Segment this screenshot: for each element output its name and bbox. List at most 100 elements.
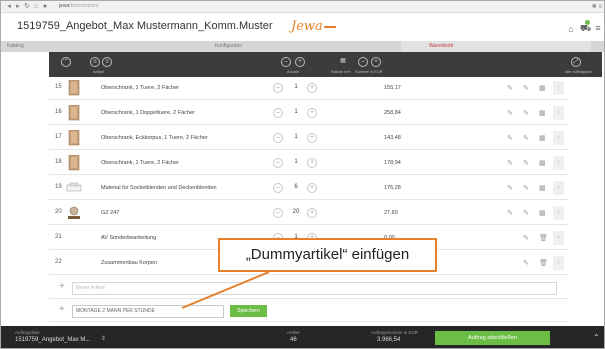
row-expand-chevron-icon[interactable]: › xyxy=(553,181,564,195)
qty-minus-button[interactable]: – xyxy=(273,158,283,168)
back-icon[interactable]: ◂ xyxy=(5,3,13,11)
article-thumbnail xyxy=(65,255,83,271)
article-price: 178,94 xyxy=(384,160,401,166)
footer-project[interactable]: 1519759_Angebot_Max M... xyxy=(15,337,90,343)
collapse-icon[interactable]: ⌃ xyxy=(61,57,71,67)
qty-minus-button[interactable]: – xyxy=(273,108,283,118)
row-expand-chevron-icon[interactable]: › xyxy=(553,81,564,95)
footer-articles-label: Artikel xyxy=(287,330,300,335)
table-row[interactable]: 20 GZ 247–20 +27,60 ✎ ✎ ▦ › xyxy=(49,202,568,225)
new-article-input[interactable]: Neuer Artikel xyxy=(72,282,557,295)
article-quantity[interactable]: 6 xyxy=(289,184,303,190)
delete-icon[interactable]: ▦ xyxy=(539,109,546,117)
tools-icon[interactable]: ✎ xyxy=(507,209,513,217)
step-katalog[interactable]: Katalog xyxy=(7,41,24,52)
article-description[interactable]: Oberschrank, 1 Tuere, 2 Fächer xyxy=(101,160,179,166)
add-dummy-plus-icon[interactable]: + xyxy=(59,304,65,315)
home-browser-icon[interactable]: ⌂ xyxy=(32,3,40,11)
row-expand-chevron-icon[interactable]: › xyxy=(553,156,564,170)
article-description[interactable]: Zusammenbau Korpen xyxy=(101,260,157,266)
save-button[interactable]: Speichern xyxy=(230,305,267,317)
dummy-article-input[interactable]: MONTAGE 2 MANN PER STUNDE xyxy=(72,305,224,318)
sum-minus-icon[interactable]: – xyxy=(358,57,368,67)
edit-icon[interactable]: ✎ xyxy=(523,234,529,242)
step-warenkorb-label: Warenkorb xyxy=(429,43,454,49)
qty-plus-button[interactable]: + xyxy=(307,208,317,218)
delete-icon[interactable]: ▦ xyxy=(539,184,546,192)
article-quantity[interactable]: 1 xyxy=(289,84,303,90)
table-row[interactable]: 17 Oberschrank, Eckkorpus, 1 Tuere, 2 Fäc… xyxy=(49,127,568,150)
delete-icon[interactable]: 🗑 xyxy=(539,259,548,267)
hamburger-menu-icon[interactable]: ≡ xyxy=(594,23,602,33)
qty-minus-button[interactable]: – xyxy=(273,133,283,143)
edit-icon[interactable]: ✎ xyxy=(523,209,529,217)
qty-plus-button[interactable]: + xyxy=(307,108,317,118)
tools-icon[interactable]: ✎ xyxy=(507,134,513,142)
project-switch-icon[interactable]: ⇕ xyxy=(101,335,106,342)
jewa-logo[interactable]: Jewa xyxy=(291,19,336,34)
add-row-plus-icon[interactable]: + xyxy=(59,281,65,292)
delete-icon[interactable]: ▦ xyxy=(539,159,546,167)
article-description[interactable]: Oberschrank, 1 Tuere, 2 Fächer xyxy=(101,85,179,91)
article-quantity[interactable]: 1 xyxy=(289,134,303,140)
logo-text: Jewa xyxy=(291,19,323,34)
row-expand-chevron-icon[interactable]: › xyxy=(553,206,564,220)
qty-minus-button[interactable]: – xyxy=(273,83,283,93)
edit-icon[interactable]: ✎ xyxy=(523,184,529,192)
delete-icon[interactable]: ▦ xyxy=(539,209,546,217)
step-warenkorb[interactable]: Warenkorb xyxy=(401,41,591,52)
tools-icon[interactable]: ✎ xyxy=(507,84,513,92)
delete-icon[interactable]: ▦ xyxy=(539,84,546,92)
tools-icon[interactable]: ✎ xyxy=(507,184,513,192)
browser-menu-icon[interactable]: ✱ ≡ xyxy=(592,3,602,10)
expand-all-icon[interactable]: ⤢ xyxy=(571,57,581,67)
table-header: ⌃ ≡ ≡ Artikel – + Anzahl ▦ Rabatt in% – … xyxy=(49,52,602,77)
chevron-up-icon[interactable]: ⌃ xyxy=(593,333,600,342)
article-quantity[interactable]: 1 xyxy=(289,109,303,115)
qty-plus-all-icon[interactable]: + xyxy=(295,57,305,67)
article-sort-icon[interactable]: ≡ xyxy=(90,57,100,67)
article-filter-icon[interactable]: ≡ xyxy=(102,57,112,67)
article-quantity[interactable]: 20 xyxy=(289,209,303,215)
table-row[interactable]: 19 Material für Sockelblenden und Deckenb… xyxy=(49,177,568,200)
lock-icon: ● xyxy=(42,3,48,10)
qty-minus-all-icon[interactable]: – xyxy=(281,57,291,67)
article-description[interactable]: Oberschrank, 1 Doppeltuere, 2 Fächer xyxy=(101,110,195,116)
forward-icon[interactable]: ▸ xyxy=(14,3,22,11)
qty-plus-button[interactable]: + xyxy=(307,183,317,193)
sum-plus-icon[interactable]: + xyxy=(371,57,381,67)
reload-icon[interactable]: ↻ xyxy=(23,3,31,11)
edit-icon[interactable]: ✎ xyxy=(523,109,529,117)
edit-icon[interactable]: ✎ xyxy=(523,259,529,267)
table-row[interactable]: 18 Oberschrank, 1 Tuere, 2 Fächer –1 +178,9… xyxy=(49,152,568,175)
tools-icon[interactable]: ✎ xyxy=(507,109,513,117)
row-expand-chevron-icon[interactable]: › xyxy=(553,106,564,120)
delete-icon[interactable]: 🗑 xyxy=(539,234,548,242)
edit-icon[interactable]: ✎ xyxy=(523,84,529,92)
qty-minus-button[interactable]: – xyxy=(273,208,283,218)
qty-minus-button[interactable]: – xyxy=(273,183,283,193)
address-bar[interactable]: jewa/kommission/ xyxy=(59,3,189,10)
article-description[interactable]: GZ 247 xyxy=(101,210,119,216)
qty-plus-button[interactable]: + xyxy=(307,133,317,143)
rabatt-icon[interactable]: ▦ xyxy=(338,57,348,67)
qty-plus-button[interactable]: + xyxy=(307,83,317,93)
table-row[interactable]: 16 Oberschrank, 1 Doppeltuere, 2 Fächer –1… xyxy=(49,102,568,125)
row-expand-chevron-icon[interactable]: › xyxy=(553,131,564,145)
article-description[interactable]: Oberschrank, Eckkorpus, 1 Tuere, 2 Fäche… xyxy=(101,135,208,141)
home-icon[interactable]: ⌂ xyxy=(566,24,576,34)
edit-icon[interactable]: ✎ xyxy=(523,159,529,167)
article-description[interactable]: Material für Sockelblenden und Deckenble… xyxy=(101,185,217,191)
article-quantity[interactable]: 1 xyxy=(289,159,303,165)
tools-icon[interactable]: ✎ xyxy=(507,159,513,167)
article-price: 258,84 xyxy=(384,110,401,116)
table-row[interactable]: 15 Oberschrank, 1 Tuere, 2 Fächer –1 +155,1… xyxy=(49,77,568,100)
finish-order-button[interactable]: Auftrag abschließen xyxy=(435,331,550,345)
row-expand-chevron-icon[interactable]: › xyxy=(553,231,564,245)
step-konfigurator[interactable]: Konfigurator xyxy=(215,41,242,52)
row-expand-chevron-icon[interactable]: › xyxy=(553,256,564,270)
article-description[interactable]: AV Sonderbearbeitung xyxy=(101,235,156,241)
edit-icon[interactable]: ✎ xyxy=(523,134,529,142)
delete-icon[interactable]: ▦ xyxy=(539,134,546,142)
qty-plus-button[interactable]: + xyxy=(307,158,317,168)
